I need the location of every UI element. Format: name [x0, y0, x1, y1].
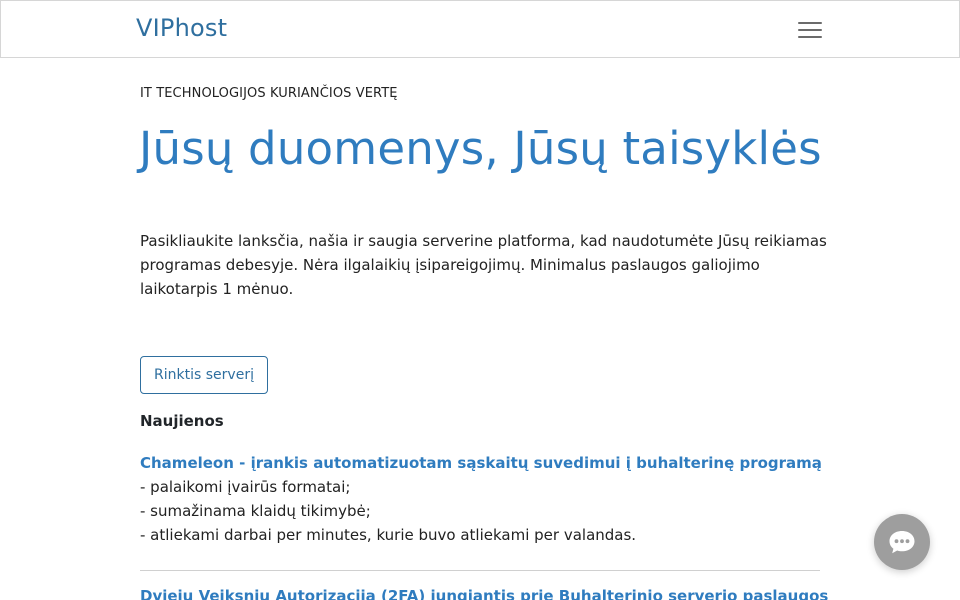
news-heading: Naujienos — [140, 412, 224, 430]
menu-toggle-button[interactable] — [791, 15, 829, 45]
news-item-title-link[interactable]: Chameleon - įrankis automatizuotam sąska… — [140, 451, 830, 475]
brand-logo-link[interactable]: VIPhost — [136, 14, 227, 42]
news-item-line: - sumažinama klaidų tikimybė; — [140, 502, 371, 520]
news-item-title-link[interactable]: Dviejų Veiksnių Autorizacija (2FA) jungi… — [140, 584, 830, 600]
hero-eyebrow: IT TECHNOLOGIJOS KURIANČIOS VERTĘ — [140, 86, 398, 101]
hero-title: Jūsų duomenys, Jūsų taisyklės — [139, 122, 822, 175]
top-navbar: VIPhost — [0, 0, 960, 58]
hamburger-menu-icon — [798, 22, 822, 24]
hero-lead-text: Pasikliaukite lanksčia, našia ir saugia … — [140, 232, 827, 298]
news-item: Chameleon - įrankis automatizuotam sąska… — [140, 451, 830, 547]
chat-button[interactable] — [874, 514, 930, 570]
news-item-line: - palaikomi įvairūs formatai; — [140, 478, 351, 496]
chat-bubble-icon — [889, 531, 915, 554]
choose-server-button[interactable]: Rinktis serverį — [140, 356, 268, 394]
news-item: Dviejų Veiksnių Autorizacija (2FA) jungi… — [140, 584, 830, 600]
news-divider — [140, 570, 820, 571]
news-item-line: - atliekami darbai per minutes, kurie bu… — [140, 526, 637, 544]
